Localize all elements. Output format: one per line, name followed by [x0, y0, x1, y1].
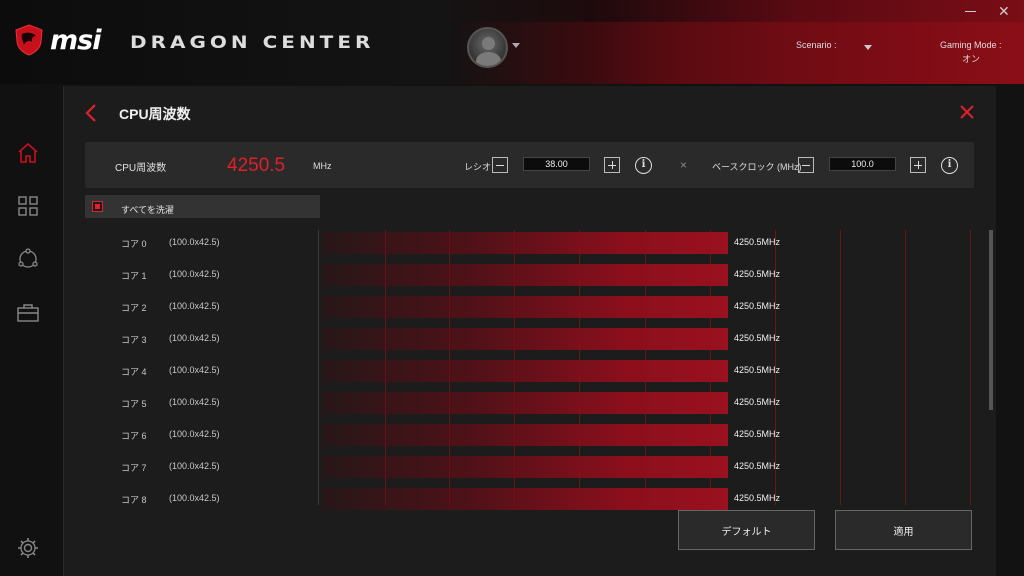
core-row[interactable]: コア 3 (100.0x42.5) 4250.5MHz	[0, 328, 1024, 350]
core-frequency-bar	[322, 264, 728, 286]
core-multiplier: (100.0x42.5)	[169, 365, 220, 375]
scenario-label: Scenario :	[796, 40, 837, 50]
ratio-increase-button[interactable]	[604, 157, 620, 173]
user-avatar[interactable]	[467, 27, 508, 68]
core-name: コア 7	[121, 463, 147, 473]
select-all-checkbox[interactable]	[92, 201, 103, 212]
core-frequency-value: 4250.5MHz	[734, 397, 781, 407]
gaming-mode-value[interactable]: オン	[962, 52, 980, 65]
core-frequency-bar	[322, 232, 728, 254]
core-multiplier: (100.0x42.5)	[169, 429, 220, 439]
scenario-dropdown-icon[interactable]	[864, 45, 872, 50]
core-row[interactable]: コア 0 (100.0x42.5) 4250.5MHz	[0, 232, 1024, 254]
cpu-frequency-unit: MHz	[313, 161, 332, 171]
ratio-label: レシオ	[464, 162, 492, 172]
gear-icon[interactable]	[16, 536, 40, 560]
msi-logo: msi	[14, 24, 101, 56]
core-multiplier: (100.0x42.5)	[169, 237, 220, 247]
window-close-button[interactable]: ✕	[998, 4, 1010, 18]
core-frequency-value: 4250.5MHz	[734, 365, 781, 375]
core-row[interactable]: コア 6 (100.0x42.5) 4250.5MHz	[0, 424, 1024, 446]
core-frequency-value: 4250.5MHz	[734, 237, 781, 247]
core-frequency-bar	[322, 456, 728, 478]
core-frequency-bar	[322, 360, 728, 382]
base-clock-info-icon[interactable]: i	[941, 157, 958, 174]
cpu-frequency-value: 4250.5	[227, 155, 286, 176]
core-frequency-value: 4250.5MHz	[734, 269, 781, 279]
page-title: CPU周波数	[119, 106, 191, 122]
scrollbar[interactable]	[989, 230, 993, 410]
default-button[interactable]: デフォルト	[678, 510, 815, 550]
core-multiplier: (100.0x42.5)	[169, 397, 220, 407]
multiply-icon: ×	[680, 158, 688, 172]
core-frequency-value: 4250.5MHz	[734, 429, 781, 439]
core-row[interactable]: コア 5 (100.0x42.5) 4250.5MHz	[0, 392, 1024, 414]
core-frequency-bar	[322, 392, 728, 414]
core-multiplier: (100.0x42.5)	[169, 461, 220, 471]
core-row[interactable]: コア 7 (100.0x42.5) 4250.5MHz	[0, 456, 1024, 478]
avatar-head	[482, 37, 495, 50]
core-frequency-bar	[322, 296, 728, 318]
minimize-button[interactable]	[965, 5, 977, 17]
base-clock-input[interactable]: 100.0	[829, 157, 896, 171]
app-window: msi DRAGON CENTER ✕ Scenario : Gaming Mo…	[0, 0, 1024, 576]
base-clock-label: ベースクロック (MHz)	[712, 162, 802, 172]
core-multiplier: (100.0x42.5)	[169, 333, 220, 343]
ratio-input[interactable]: 38.00	[523, 157, 590, 171]
back-arrow-icon[interactable]	[85, 104, 97, 122]
core-frequency-bar	[322, 328, 728, 350]
core-name: コア 1	[121, 271, 147, 281]
core-frequency-value: 4250.5MHz	[734, 493, 781, 503]
core-row[interactable]: コア 1 (100.0x42.5) 4250.5MHz	[0, 264, 1024, 286]
close-icon[interactable]	[959, 104, 975, 120]
core-row[interactable]: コア 2 (100.0x42.5) 4250.5MHz	[0, 296, 1024, 318]
core-frequency-bar	[322, 424, 728, 446]
core-row[interactable]: コア 4 (100.0x42.5) 4250.5MHz	[0, 360, 1024, 382]
core-name: コア 4	[121, 367, 147, 377]
core-multiplier: (100.0x42.5)	[169, 301, 220, 311]
base-clock-decrease-button[interactable]	[798, 157, 814, 173]
ratio-decrease-button[interactable]	[492, 157, 508, 173]
core-multiplier: (100.0x42.5)	[169, 269, 220, 279]
gaming-mode-label: Gaming Mode :	[940, 40, 1002, 50]
avatar-dropdown-icon[interactable]	[512, 43, 520, 48]
core-name: コア 6	[121, 431, 147, 441]
dragon-shield-icon	[15, 24, 43, 56]
core-name: コア 5	[121, 399, 147, 409]
apply-button[interactable]: 適用	[835, 510, 972, 550]
grid-icon[interactable]	[16, 194, 40, 218]
title-bar-accent	[455, 22, 1024, 84]
core-name: コア 2	[121, 303, 147, 313]
core-frequency-value: 4250.5MHz	[734, 333, 781, 343]
base-clock-increase-button[interactable]	[910, 157, 926, 173]
ratio-info-icon[interactable]: i	[635, 157, 652, 174]
brand-name: msi	[50, 24, 101, 56]
core-multiplier: (100.0x42.5)	[169, 493, 220, 503]
app-title: DRAGON CENTER	[130, 31, 375, 53]
cpu-frequency-label: CPU周波数	[115, 163, 167, 174]
core-frequency-value: 4250.5MHz	[734, 301, 781, 311]
core-row[interactable]: コア 8 (100.0x42.5) 4250.5MHz	[0, 488, 1024, 510]
select-all-label: すべてを洗濯	[121, 205, 174, 215]
core-name: コア 0	[121, 239, 147, 249]
core-name: コア 8	[121, 495, 147, 505]
core-frequency-value: 4250.5MHz	[734, 461, 781, 471]
avatar-body	[476, 52, 501, 66]
home-icon[interactable]	[16, 141, 40, 165]
core-frequency-bar	[322, 488, 728, 510]
core-name: コア 3	[121, 335, 147, 345]
